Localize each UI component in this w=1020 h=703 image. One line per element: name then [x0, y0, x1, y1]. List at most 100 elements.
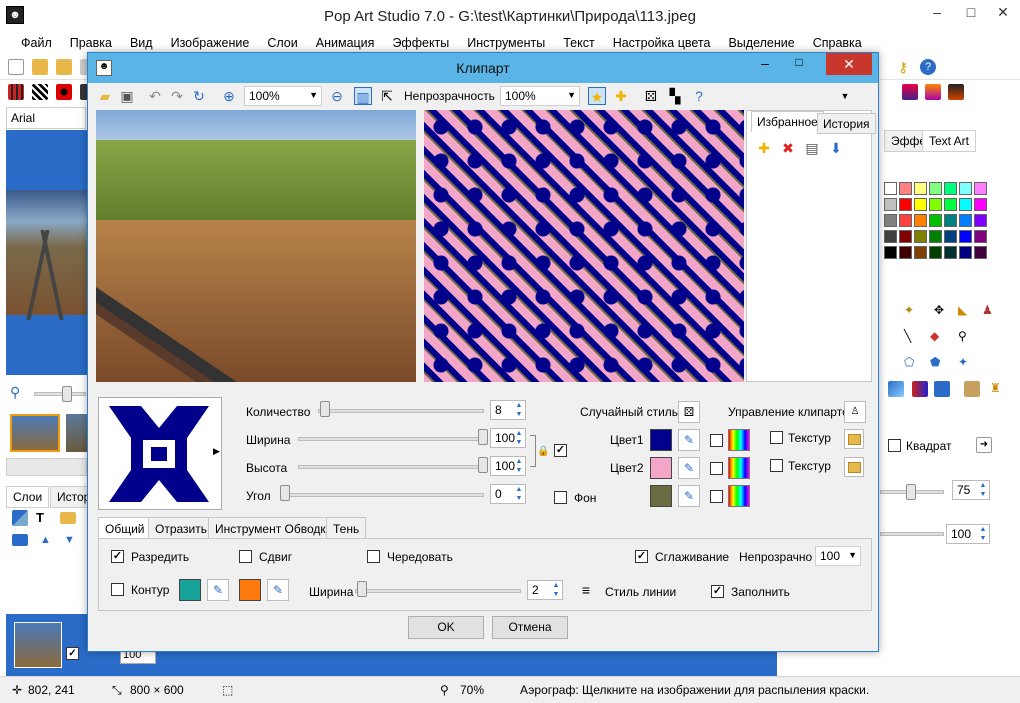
count-slider[interactable]	[318, 409, 484, 413]
background-gradient-checkbox[interactable]	[710, 490, 723, 503]
texture1-folder-icon[interactable]	[844, 429, 864, 449]
random-style-dice-icon[interactable]: ⚄	[678, 401, 700, 423]
palette-color[interactable]	[959, 230, 972, 243]
palette-color[interactable]	[884, 182, 897, 195]
magic-wand-icon[interactable]: ✦	[904, 303, 920, 319]
dots-effect-icon[interactable]	[56, 84, 72, 100]
palette-color[interactable]	[884, 214, 897, 227]
clipart-shape-preview[interactable]: ▶	[98, 397, 222, 510]
key-icon[interactable]: ⚷	[898, 59, 914, 75]
delete-icon[interactable]: ✖	[779, 139, 797, 157]
zoom-slider[interactable]	[34, 392, 86, 396]
dialog-maximize-button[interactable]: □	[784, 55, 814, 69]
menu-text[interactable]: Текст	[554, 32, 603, 54]
dialog-close-button[interactable]: ✕	[826, 53, 872, 75]
maximize-button[interactable]: □	[954, 0, 988, 26]
clone-tool-icon[interactable]	[964, 381, 980, 397]
color2-gradient-swatch[interactable]	[728, 457, 750, 479]
redo-icon[interactable]: ↷	[168, 87, 186, 105]
tab-favorites[interactable]: Избранное	[751, 111, 824, 132]
outline-checkbox[interactable]	[111, 583, 124, 596]
count-slider-thumb[interactable]	[320, 401, 330, 417]
palette-color[interactable]	[959, 214, 972, 227]
add-favorite-icon[interactable]: ✚	[755, 139, 773, 157]
palette-color[interactable]	[899, 230, 912, 243]
palette-color[interactable]	[944, 230, 957, 243]
palette-color[interactable]	[914, 198, 927, 211]
palette-color[interactable]	[899, 198, 912, 211]
favorites-star-icon[interactable]: ★	[588, 87, 606, 105]
random-dice-icon[interactable]: ⚄	[642, 87, 660, 105]
color-fill-icon[interactable]	[934, 381, 950, 397]
zoom-slider-thumb[interactable]	[62, 386, 72, 402]
background-checkbox[interactable]	[554, 491, 567, 504]
texture2-folder-icon[interactable]	[844, 457, 864, 477]
right-spin-1[interactable]: 75 ▲ ▼	[952, 480, 990, 500]
arrow-right-icon[interactable]: ➜	[976, 437, 992, 453]
palette-color[interactable]	[944, 182, 957, 195]
palette-color[interactable]	[914, 214, 927, 227]
shape-next-icon[interactable]: ▶	[213, 446, 220, 457]
move-up-icon[interactable]: ▲	[40, 534, 56, 550]
layer-thumbnail-1[interactable]	[10, 414, 60, 452]
general-opacity-select[interactable]: 100 ▼	[815, 546, 861, 566]
right-slider-2[interactable]	[880, 532, 944, 536]
height-slider-thumb[interactable]	[478, 457, 488, 473]
toolbar-dropdown-icon[interactable]: ▼	[836, 87, 854, 105]
color1-swatch[interactable]	[650, 429, 672, 451]
split-view-icon[interactable]: ▥	[354, 87, 372, 105]
smoothing-checkbox[interactable]: ✓	[635, 550, 648, 563]
menu-color-adjust[interactable]: Настройка цвета	[604, 32, 720, 54]
pointer-icon[interactable]: ⇱	[378, 87, 396, 105]
right-slider-1-thumb[interactable]	[906, 484, 916, 500]
menu-edit[interactable]: Правка	[61, 32, 121, 54]
palette-color[interactable]	[929, 230, 942, 243]
palette-color[interactable]	[899, 182, 912, 195]
palette-color[interactable]	[959, 246, 972, 259]
outline-width-slider-thumb[interactable]	[357, 581, 367, 597]
layer-thumbnail-2[interactable]	[66, 414, 87, 452]
height-slider[interactable]	[298, 465, 484, 469]
tab-shadow[interactable]: Тень	[326, 517, 367, 539]
color2-eyedropper-icon[interactable]: ✎	[678, 457, 700, 479]
outline-color1-eyedropper-icon[interactable]: ✎	[207, 579, 229, 601]
dialog-minimize-button[interactable]: –	[750, 55, 780, 71]
download-icon[interactable]: ⬇	[827, 139, 845, 157]
menu-file[interactable]: Файл	[12, 32, 61, 54]
browse-folder-icon[interactable]	[56, 59, 72, 75]
spread-checkbox[interactable]: ✓	[111, 550, 124, 563]
palette-color[interactable]	[944, 198, 957, 211]
zoom-in-icon[interactable]: ⊕	[220, 87, 238, 105]
palette-color[interactable]	[929, 214, 942, 227]
smudge-tool-icon[interactable]: ⚲	[958, 329, 974, 345]
fill-checkbox[interactable]: ✓	[711, 585, 724, 598]
angle-slider[interactable]	[282, 493, 484, 497]
line-tool-icon[interactable]: ╲	[904, 329, 920, 345]
refresh-icon[interactable]: ↻	[190, 87, 208, 105]
tab-mirror[interactable]: Отразить	[148, 517, 214, 539]
palette-color[interactable]	[914, 246, 927, 259]
tab-stroke-tool[interactable]: Инструмент Обводка	[208, 517, 340, 539]
measure-tool-icon[interactable]: ◣	[958, 303, 974, 319]
menu-view[interactable]: Вид	[121, 32, 162, 54]
text-layer-icon[interactable]: T	[36, 510, 52, 526]
width-spin[interactable]: 100 ▲ ▼	[490, 428, 526, 448]
outline-color2-eyedropper-icon[interactable]: ✎	[267, 579, 289, 601]
background-color-swatch[interactable]	[650, 485, 672, 507]
texture2-checkbox[interactable]	[770, 459, 783, 472]
color-palette[interactable]	[884, 182, 996, 274]
palette-color[interactable]	[974, 214, 987, 227]
color1-gradient-swatch[interactable]	[728, 429, 750, 451]
palette-color[interactable]	[944, 246, 957, 259]
keep-proportions-checkbox[interactable]: ✓	[554, 444, 567, 457]
palette-color[interactable]	[974, 230, 987, 243]
help-icon[interactable]: ?	[920, 59, 936, 75]
color2-swatch[interactable]	[650, 457, 672, 479]
save-icon[interactable]: ▣	[118, 87, 136, 105]
merge-down-icon[interactable]	[12, 534, 28, 546]
palette-color[interactable]	[899, 246, 912, 259]
new-file-icon[interactable]	[8, 59, 24, 75]
brick-effect-icon[interactable]	[8, 84, 24, 100]
palette-color[interactable]	[914, 230, 927, 243]
move-tool-icon[interactable]: ✥	[934, 303, 950, 319]
